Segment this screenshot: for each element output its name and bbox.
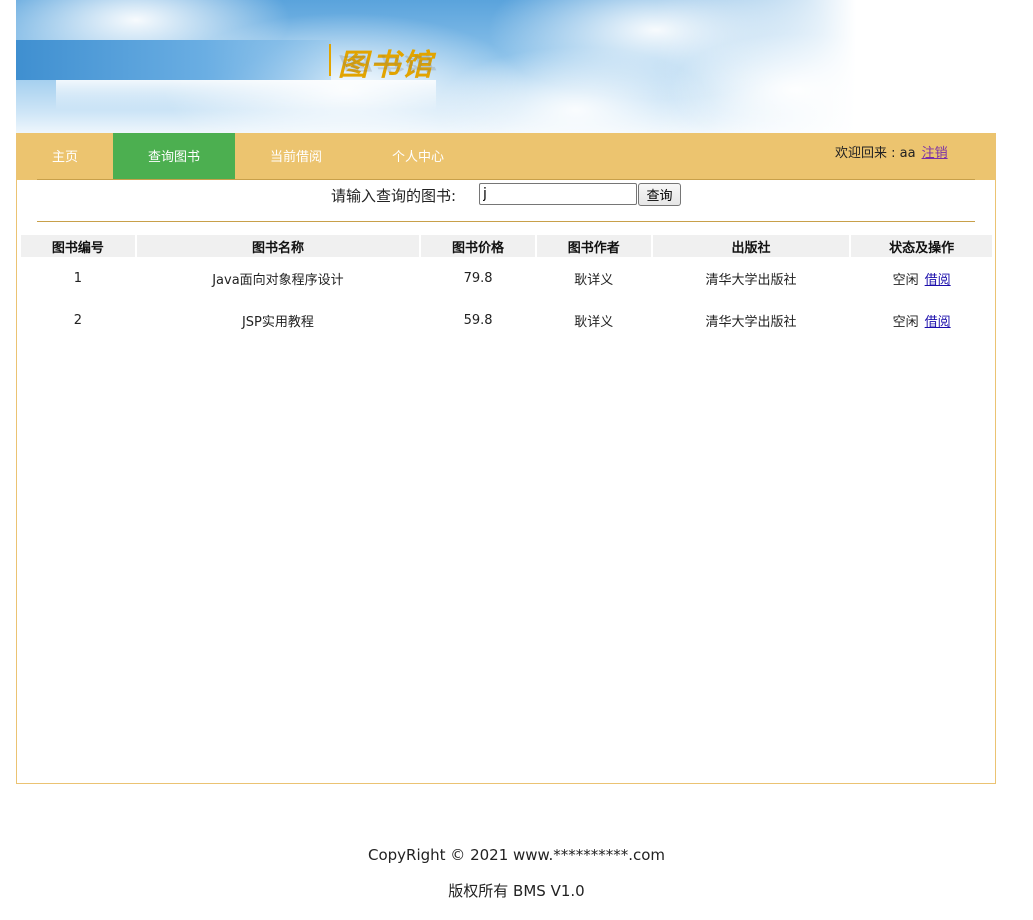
main-container: 主页 查询图书 当前借阅 个人中心 欢迎回来 : aa 注销 请输入查询的图书: … [16,133,996,784]
banner-strip [16,40,331,80]
borrow-link[interactable]: 借阅 [925,315,951,330]
book-name: JSP实用教程 [241,314,314,330]
search-divider [37,221,975,222]
welcome-text: 欢迎回来 : aa [835,146,916,161]
search-label: 请输入查询的图书: [331,187,457,205]
book-status-cell: 空闲 借阅 [851,257,992,299]
book-table: 图书编号 图书名称 图书价格 图书作者 出版社 状态及操作 1 Java面向对象… [19,235,994,341]
column-header-price: 图书价格 [421,235,535,257]
book-status: 空闲 [892,314,919,330]
banner-reflection [56,80,436,110]
column-header-author: 图书作者 [536,235,651,257]
search-button[interactable]: 查询 [638,183,681,206]
nav-item-query-books[interactable]: 查询图书 [113,133,235,180]
table-header-row: 图书编号 图书名称 图书价格 图书作者 出版社 状态及操作 [21,235,992,257]
header-banner: 图书馆 图书馆 [16,0,856,133]
book-author: 耿详义 [574,272,614,288]
nav-item-current-borrow[interactable]: 当前借阅 [235,133,357,180]
book-price: 59.8 [463,312,493,328]
table-row: 1 Java面向对象程序设计 79.8 耿详义 清华大学出版社 空闲 借阅 [21,257,992,299]
book-status: 空闲 [892,272,919,288]
nav-item-personal-center[interactable]: 个人中心 [357,133,479,180]
nav-bar: 主页 查询图书 当前借阅 个人中心 欢迎回来 : aa 注销 [17,133,995,180]
column-header-status: 状态及操作 [851,235,992,257]
footer-rights: 版权所有 BMS V1.0 [448,882,585,900]
book-price: 79.8 [463,270,493,286]
nav-divider [37,179,975,180]
book-status-cell: 空闲 借阅 [851,299,992,341]
user-welcome: 欢迎回来 : aa 注销 [835,133,948,180]
search-bar: 请输入查询的图书: 查询 [17,181,995,221]
banner-fade [656,0,856,133]
column-header-name: 图书名称 [136,235,420,257]
book-id: 1 [73,270,83,286]
book-id: 2 [73,312,83,328]
search-input[interactable] [479,183,637,205]
book-publisher: 清华大学出版社 [705,272,797,288]
book-author: 耿详义 [574,314,614,330]
page: 图书馆 图书馆 主页 查询图书 当前借阅 个人中心 欢迎回来 : aa 注销 请输… [0,0,1033,920]
nav-item-home[interactable]: 主页 [17,133,113,180]
column-header-id: 图书编号 [21,235,135,257]
logout-link[interactable]: 注销 [922,146,948,161]
column-header-publisher: 出版社 [652,235,850,257]
table-row: 2 JSP实用教程 59.8 耿详义 清华大学出版社 空闲 借阅 [21,299,992,341]
logo-text-reflection: 图书馆 [338,52,434,74]
book-name: Java面向对象程序设计 [212,272,344,288]
logo-divider [329,44,331,76]
book-publisher: 清华大学出版社 [705,314,797,330]
footer-copyright: CopyRight © 2021 www.**********.com [367,846,666,864]
borrow-link[interactable]: 借阅 [925,273,951,288]
